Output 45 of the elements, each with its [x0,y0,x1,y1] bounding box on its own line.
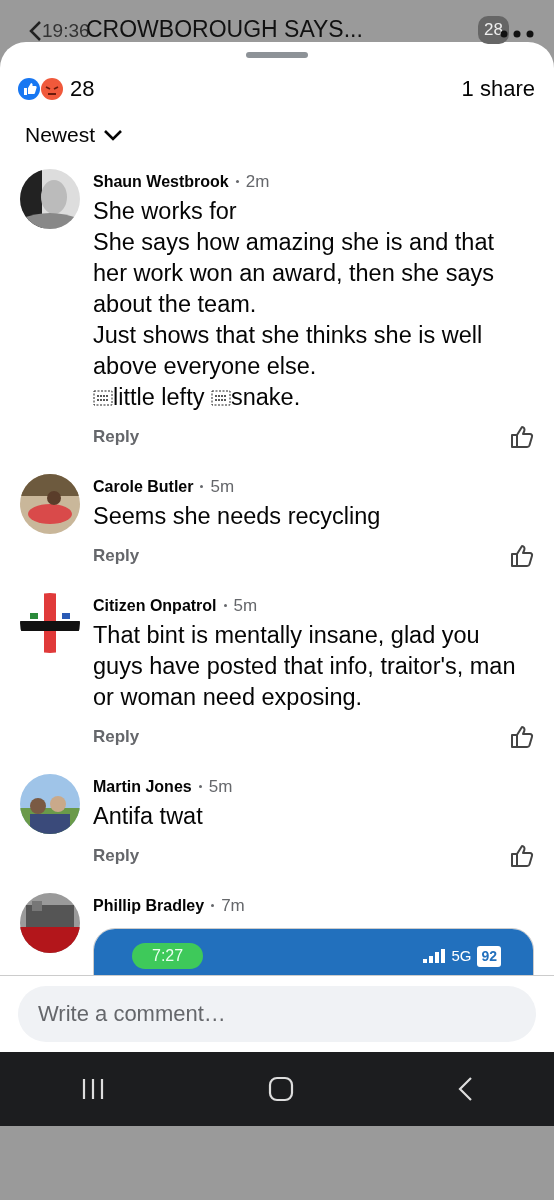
like-icon[interactable] [510,843,534,868]
reply-link[interactable]: Reply [93,843,140,869]
comment-time: 5m [233,594,258,617]
page-title: CROWBOROUGH SAYS... [86,15,363,44]
back-icon[interactable] [28,20,42,42]
sort-dropdown[interactable]: Newest [25,119,96,151]
like-icon[interactable] [510,543,534,568]
more-icon[interactable] [500,30,534,38]
like-icon[interactable] [510,724,534,749]
battery-level: 28 [478,16,509,44]
like-icon[interactable] [510,424,534,449]
recent-apps-icon[interactable] [81,1078,106,1100]
clock-pill: 7:27 [132,943,204,969]
object-placeholder-icon [93,390,113,406]
attached-screenshot[interactable]: 7:27 5G 92 [93,928,534,975]
reaction-icons [17,76,65,101]
battery-level: 92 [477,945,501,967]
comment-time: 5m [208,775,233,798]
author-name[interactable]: Martin Jones [93,774,192,799]
share-count[interactable]: 1 share [461,72,535,105]
comment-time: 2m [245,170,270,193]
comment-text: That bint is mentally insane, glad you guys have posted that info, traitor's, man or woman need exposing. [93,621,517,712]
comment-text: Antifa twat [93,802,204,831]
signal-icon [423,949,446,963]
home-icon[interactable] [268,1076,294,1102]
comment-input[interactable]: Write a comment… [18,986,536,1042]
network-type: 5G [451,945,472,966]
reply-link[interactable]: Reply [93,724,140,750]
reaction-count[interactable]: 28 [70,72,95,105]
comment-text: Seems she needs recycling [93,502,382,531]
comment-text: snake. [230,384,301,410]
object-placeholder-icon [210,390,231,406]
comment-time: 7m [221,894,245,917]
author-name[interactable]: Phillip Bradley [93,893,205,918]
author-name[interactable]: Shaun Westbrook [93,169,229,194]
comment-time: 5m [210,475,235,498]
comment-text: She works for She says how amazing she is and that her work won an award, then she says about the team. Just shows that she thinks she is well above everyone else. [93,198,495,379]
reply-link[interactable]: Reply [93,424,140,450]
author-name[interactable]: Carole Butler [93,474,194,499]
chevron-down-icon[interactable] [103,128,124,141]
author-name[interactable]: Citizen Onpatrol [93,593,217,618]
back-icon[interactable] [456,1076,473,1102]
comment-text: little lefty [113,384,206,410]
reply-link[interactable]: Reply [93,543,140,569]
drag-handle[interactable] [246,52,308,58]
